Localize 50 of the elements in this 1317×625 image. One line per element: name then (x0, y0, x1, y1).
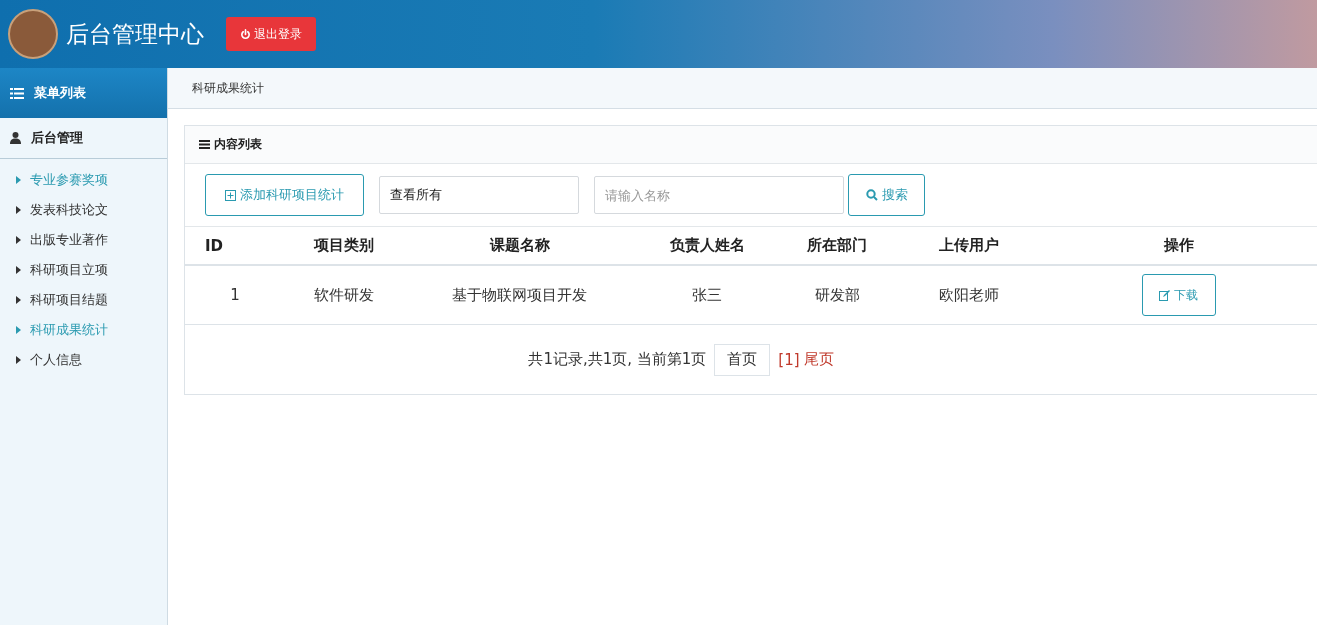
sidebar-item[interactable]: 个人信息 (0, 345, 167, 375)
sidebar-item[interactable]: 科研成果统计 (0, 315, 167, 345)
triangle-icon (16, 356, 21, 364)
triangle-icon (16, 176, 21, 184)
first-page-button[interactable]: 首页 (714, 343, 771, 376)
table-cell-text: 欧阳老师 (937, 285, 1000, 305)
sidebar-item[interactable]: 科研项目结题 (0, 285, 167, 315)
list-icon (10, 87, 24, 99)
table-cell-text: 研发部 (813, 285, 861, 305)
pagination-summary: 共1记录,共1页, 当前第1页 (528, 350, 707, 369)
sidebar-item[interactable]: 科研项目立项 (0, 255, 167, 285)
edit-icon (1159, 289, 1170, 301)
column-header: 课题名称 (488, 236, 551, 255)
avatar-placeholder (8, 9, 58, 59)
sidebar-section: 后台管理 (31, 129, 83, 147)
search-field[interactable]: 请输入名称 (594, 176, 844, 214)
filter-field[interactable]: 查看所有 (379, 176, 579, 214)
column-header: 负责人姓名 (668, 236, 746, 255)
triangle-icon (16, 206, 21, 214)
column-header: ID (204, 236, 225, 255)
triangle-icon (16, 236, 21, 244)
logout-button[interactable]: 退出登录 (226, 17, 316, 51)
column-header: 操作 (1162, 236, 1195, 255)
sidebar-item[interactable]: 出版专业著作 (0, 225, 167, 255)
table-cell-text: 基于物联网项目开发 (451, 285, 588, 305)
column-header: 上传用户 (937, 236, 1000, 255)
triangle-icon (16, 266, 21, 274)
last-page-link[interactable]: 尾页 (803, 350, 834, 369)
current-page-link[interactable]: [1] (778, 350, 800, 369)
menu-icon (199, 140, 210, 149)
download-button[interactable]: 下载 (1141, 274, 1216, 316)
column-header: 所在部门 (806, 236, 868, 255)
sidebar-title: 菜单列表 (34, 84, 86, 102)
user-icon (10, 132, 21, 144)
table-cell-text: 软件研发 (312, 285, 375, 305)
panel-title: 内容列表 (214, 136, 262, 153)
breadcrumb: 科研成果统计 (192, 79, 264, 97)
power-icon (240, 28, 251, 40)
search-icon (865, 189, 878, 201)
search-button[interactable]: 搜索 (848, 174, 925, 216)
sidebar-item[interactable]: 发表科技论文 (0, 195, 167, 225)
triangle-icon (16, 326, 21, 334)
table-cell-text: 1 (229, 286, 241, 304)
column-header: 项目类别 (312, 236, 375, 255)
sidebar-item[interactable]: 专业参赛奖项 (0, 165, 167, 195)
table-cell-text: 张三 (691, 285, 723, 305)
triangle-icon (16, 296, 21, 304)
app-title: 后台管理中心 (66, 19, 204, 49)
plus-square-icon (225, 189, 236, 201)
add-button[interactable]: 添加科研项目统计 (205, 174, 364, 216)
